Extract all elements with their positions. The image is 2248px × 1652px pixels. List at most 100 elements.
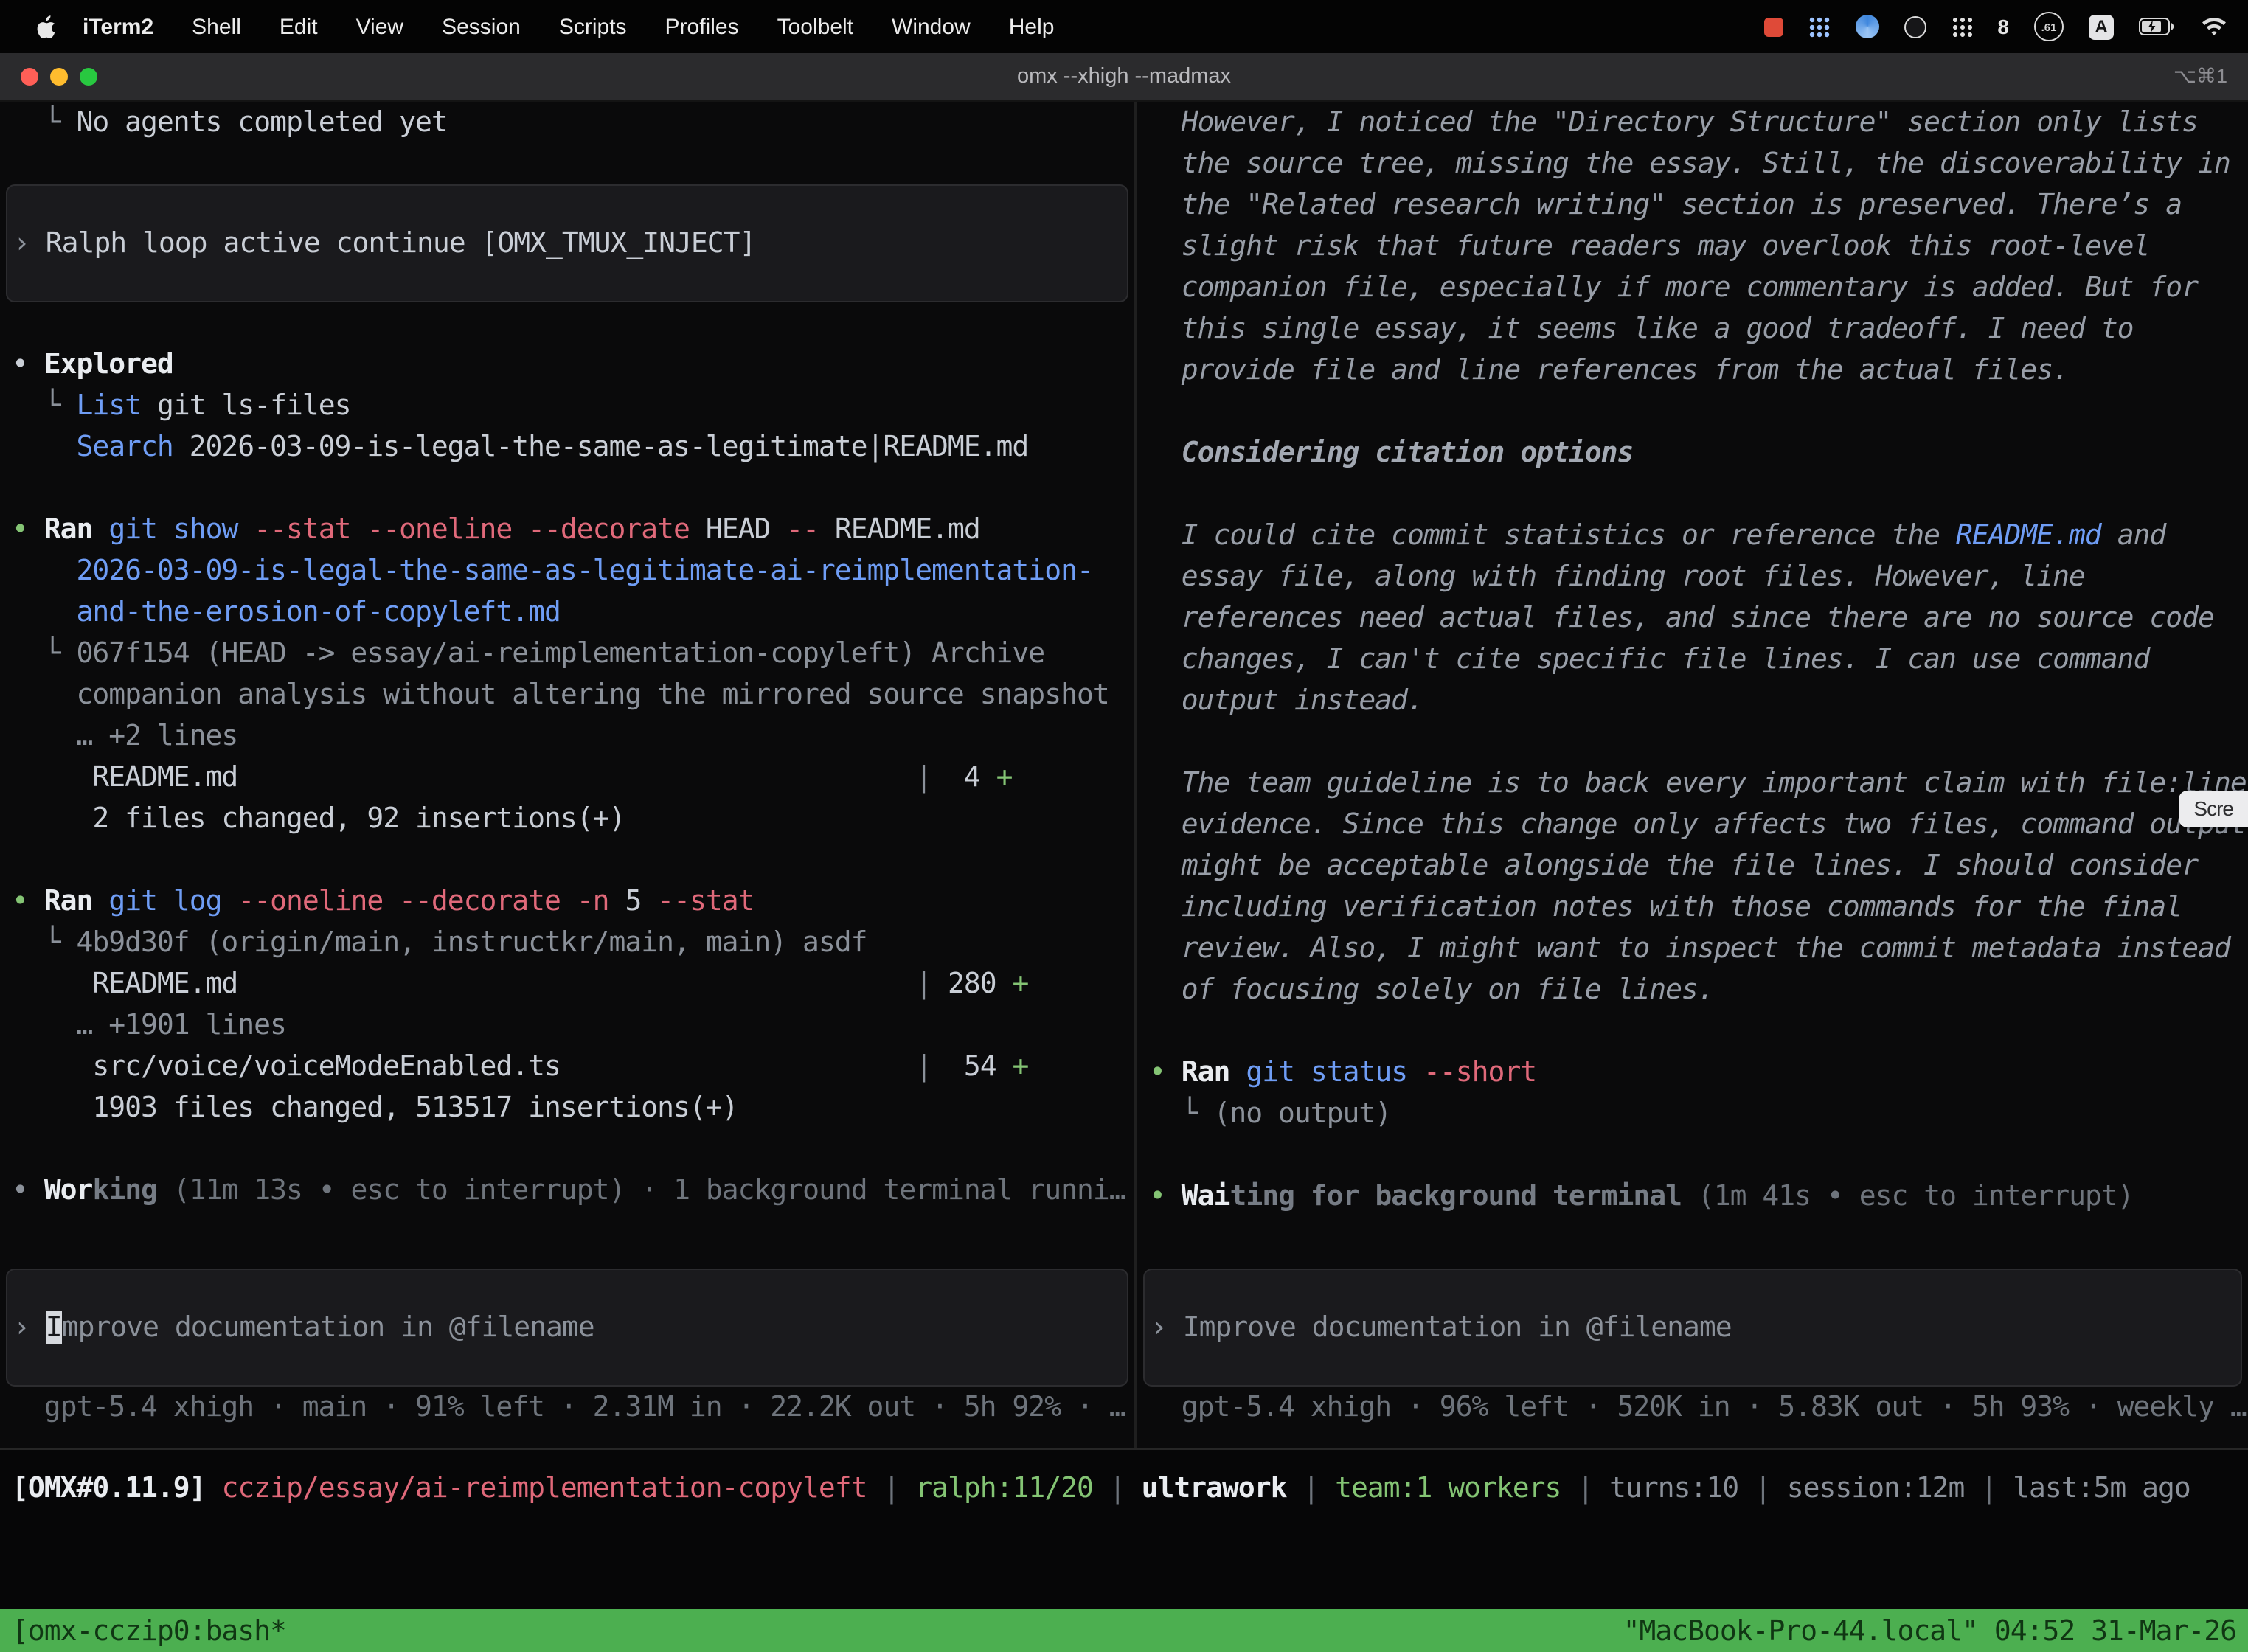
terminal-line: 1903 files changed, 513517 insertions(+) xyxy=(0,1087,1134,1128)
menu-item-session[interactable]: Session xyxy=(423,14,540,39)
terminal-line xyxy=(1137,1134,2248,1176)
terminal-line: changes, I can't cite specific file line… xyxy=(1137,639,2248,680)
menu-item-iterm2[interactable]: iTerm2 xyxy=(63,14,173,39)
terminal-line: provide file and line references from th… xyxy=(1137,350,2248,391)
terminal-line: essay file, along with finding root file… xyxy=(1137,556,2248,597)
terminal-line: • Working (11m 13s • esc to interrupt) ·… xyxy=(0,1170,1134,1211)
terminal-line xyxy=(0,302,1134,344)
terminal-line: • Ran git status --short xyxy=(1137,1052,2248,1093)
terminal-line: companion file, especially if more comme… xyxy=(1137,267,2248,308)
pane-left-status: gpt-5.4 xhigh · main · 91% left · 2.31M … xyxy=(0,1386,1134,1428)
terminal-line: • Ran git log --oneline --decorate -n 5 … xyxy=(0,881,1134,922)
terminal-area: └ No agents completed yet › Ralph loop a… xyxy=(0,102,2248,1450)
terminal-line: this single essay, it seems like a good … xyxy=(1137,308,2248,350)
terminal-line xyxy=(0,468,1134,509)
screen: iTerm2 Shell Edit View Session Scripts P… xyxy=(0,0,2248,1646)
terminal-line: evidence. Since this change only affects… xyxy=(1137,804,2248,845)
terminal-line: └ (no output) xyxy=(1137,1093,2248,1134)
terminal-line: output instead. xyxy=(1137,680,2248,721)
menu-item-view[interactable]: View xyxy=(337,14,423,39)
terminal-line xyxy=(0,143,1134,184)
command-inject-banner: › Ralph loop active continue [OMX_TMUX_I… xyxy=(6,184,1128,302)
menu-item-help[interactable]: Help xyxy=(990,14,1074,39)
terminal-line: review. Also, I might want to inspect th… xyxy=(1137,928,2248,969)
terminal-line: companion analysis without altering the … xyxy=(0,674,1134,715)
screen-recording-icon[interactable] xyxy=(1764,17,1783,36)
terminal-line: I could cite commit statistics or refere… xyxy=(1137,515,2248,556)
menu-item-edit[interactable]: Edit xyxy=(260,14,337,39)
battery-icon[interactable] xyxy=(2139,18,2176,35)
terminal-line: the "Related research writing" section i… xyxy=(1137,184,2248,226)
terminal-line: of focusing solely on file lines. xyxy=(1137,969,2248,1010)
terminal-line: README.md | 280 + xyxy=(0,963,1134,1004)
tmux-host-clock: "MacBook-Pro-44.local" 04:52 31-Mar-26 xyxy=(1623,1614,2236,1647)
terminal-line: Considering citation options xyxy=(1137,432,2248,473)
terminal-line: README.md | 4 + xyxy=(0,757,1134,798)
gauge-badge[interactable]: .61 xyxy=(2034,12,2064,41)
terminal-line: └ List git ls-files xyxy=(0,385,1134,426)
terminal-line: and-the-erosion-of-copyleft.md xyxy=(0,591,1134,633)
pane-left-lines: └ No agents completed yet › Ralph loop a… xyxy=(0,102,1134,1268)
grid-icon[interactable] xyxy=(1808,15,1831,38)
terminal-line: references need actual files, and since … xyxy=(1137,597,2248,639)
terminal-line: including verification notes with those … xyxy=(1137,886,2248,928)
menu-item-profiles[interactable]: Profiles xyxy=(646,14,758,39)
terminal-line: Search 2026-03-09-is-legal-the-same-as-l… xyxy=(0,426,1134,468)
terminal-line: … +2 lines xyxy=(0,715,1134,757)
terminal-line: src/voice/voiceModeEnabled.ts | 54 + xyxy=(0,1046,1134,1087)
pane-right-input-line: › Improve documentation in @filename xyxy=(1145,1307,2241,1348)
pane-right-status: gpt-5.4 xhigh · 96% left · 520K in · 5.8… xyxy=(1137,1386,2248,1428)
record-circle-icon[interactable] xyxy=(1904,15,1926,38)
terminal-line: └ 4b9d30f (origin/main, instructkr/main,… xyxy=(0,922,1134,963)
terminal-line xyxy=(1137,391,2248,432)
compass-icon[interactable] xyxy=(1856,15,1879,38)
pane-right-lines: However, I noticed the "Directory Struct… xyxy=(1137,102,2248,1268)
terminal-line: might be acceptable alongside the file l… xyxy=(1137,845,2248,886)
terminal-line xyxy=(1137,721,2248,763)
traffic-lights xyxy=(0,68,97,86)
window-title-bar[interactable]: omx --xhigh --madmax ⌥⌘1 xyxy=(0,53,2248,102)
menu-status-icons: 8 .61 A xyxy=(1764,12,2227,41)
menu-item-scripts[interactable]: Scripts xyxy=(540,14,646,39)
terminal-line: The team guideline is to back every impo… xyxy=(1137,763,2248,804)
terminal-line: the source tree, missing the essay. Stil… xyxy=(1137,143,2248,184)
terminal-line: slight risk that future readers may over… xyxy=(1137,226,2248,267)
terminal-line: └ No agents completed yet xyxy=(0,102,1134,143)
pane-left-input-line: › Improve documentation in @filename xyxy=(7,1307,1127,1348)
key-8-icon[interactable]: 8 xyxy=(1997,15,2009,38)
terminal-line: • Explored xyxy=(0,344,1134,385)
terminal-line: • Waiting for background terminal (1m 41… xyxy=(1137,1176,2248,1217)
dots-grid-icon[interactable] xyxy=(1952,16,1972,37)
prompt-input-right[interactable]: › Improve documentation in @filename xyxy=(1143,1268,2242,1386)
window-shortcut-hint: ⌥⌘1 xyxy=(2174,65,2248,88)
menu-item-window[interactable]: Window xyxy=(873,14,990,39)
tmux-status-bar: [omx-cczip0:bash* "MacBook-Pro-44.local"… xyxy=(0,1609,2248,1652)
prompt-input-left[interactable]: › Improve documentation in @filename xyxy=(6,1268,1128,1386)
apple-icon xyxy=(35,14,58,39)
pane-right[interactable]: However, I noticed the "Directory Struct… xyxy=(1137,102,2248,1448)
window-title: omx --xhigh --madmax xyxy=(0,65,2248,88)
pane-left[interactable]: └ No agents completed yet › Ralph loop a… xyxy=(0,102,1137,1448)
input-source-badge[interactable]: A xyxy=(2089,14,2114,39)
omx-status-bar: [OMX#0.11.9] cczip/essay/ai-reimplementa… xyxy=(0,1450,2248,1609)
close-button[interactable] xyxy=(21,68,38,86)
terminal-line xyxy=(1137,1010,2248,1052)
omx-status-line: [OMX#0.11.9] cczip/essay/ai-reimplementa… xyxy=(0,1468,2248,1509)
terminal-line: 2026-03-09-is-legal-the-same-as-legitima… xyxy=(0,550,1134,591)
minimize-button[interactable] xyxy=(50,68,68,86)
apple-menu[interactable] xyxy=(35,14,58,39)
zoom-button[interactable] xyxy=(80,68,97,86)
menu-item-shell[interactable]: Shell xyxy=(173,14,260,39)
screen-tooltip: Scre xyxy=(2179,791,2248,827)
terminal-line: However, I noticed the "Directory Struct… xyxy=(1137,102,2248,143)
wifi-icon[interactable] xyxy=(2201,17,2227,36)
terminal-line xyxy=(0,839,1134,881)
terminal-line: › Ralph loop active continue [OMX_TMUX_I… xyxy=(7,223,1127,264)
terminal-line: └ 067f154 (HEAD -> essay/ai-reimplementa… xyxy=(0,633,1134,674)
tmux-session-label: [omx-cczip0:bash* xyxy=(12,1614,286,1647)
terminal-line: 2 files changed, 92 insertions(+) xyxy=(0,798,1134,839)
terminal-line: … +1901 lines xyxy=(0,1004,1134,1046)
terminal-line xyxy=(1137,473,2248,515)
menu-item-toolbelt[interactable]: Toolbelt xyxy=(758,14,873,39)
terminal-line xyxy=(0,1128,1134,1170)
